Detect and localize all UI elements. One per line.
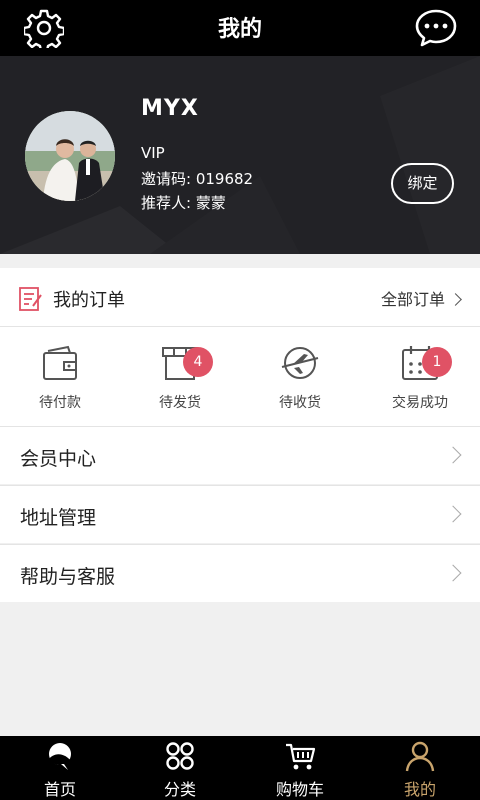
page-title: 我的 [217, 17, 262, 42]
chevron-right-icon [444, 446, 462, 464]
tab-cart[interactable]: 购物车 [240, 736, 360, 800]
chevron-right-icon [444, 505, 462, 523]
referrer: 推荐人: 蒙蒙 [141, 194, 226, 212]
bottom-tab-bar: 首页 分类 购物车 我的 [0, 736, 480, 800]
menu-label: 会员中心 [20, 448, 97, 470]
status-completed[interactable]: 1 交易成功 [360, 340, 480, 420]
chevron-right-icon [449, 293, 462, 306]
orders-title: 我的订单 [53, 290, 125, 311]
status-label: 待付款 [39, 395, 81, 411]
tab-label: 首页 [43, 780, 76, 799]
tab-label: 购物车 [275, 780, 324, 799]
tab-label: 我的 [403, 780, 436, 799]
status-label: 待发货 [159, 395, 201, 411]
status-label: 待收货 [279, 395, 321, 411]
tab-category[interactable]: 分类 [120, 736, 240, 800]
completed-count-badge: 1 [422, 347, 452, 377]
order-list-icon [19, 287, 42, 311]
menu-label: 帮助与客服 [20, 566, 116, 588]
menu-item-help[interactable]: 帮助与客服 [0, 544, 480, 602]
category-grid-icon [166, 742, 194, 770]
bind-button[interactable]: 绑定 [391, 163, 454, 204]
tab-mine[interactable]: 我的 [360, 736, 480, 800]
cart-icon [286, 743, 316, 770]
profile-banner: MYX VIP 邀请码: 019682 推荐人: 蒙蒙 绑定 [0, 56, 480, 254]
user-level: VIP [141, 144, 165, 162]
status-pending-receipt[interactable]: 待收货 [240, 340, 360, 420]
menu-item-address[interactable]: 地址管理 [0, 485, 480, 543]
menu-item-member-center[interactable]: 会员中心 [0, 426, 480, 484]
airplane-icon [281, 347, 319, 379]
home-logo-icon [48, 743, 72, 770]
status-label: 交易成功 [392, 395, 448, 411]
top-bar: 我的 [0, 0, 480, 56]
all-orders-link[interactable]: 全部订单 [380, 286, 462, 310]
user-icon [405, 741, 435, 772]
orders-header: 我的订单 全部订单 [0, 268, 480, 327]
status-pending-payment[interactable]: 待付款 [0, 340, 120, 420]
avatar[interactable] [25, 111, 115, 201]
shipment-count-badge: 4 [183, 347, 213, 377]
orders-section: 我的订单 全部订单 待付款 4 待发货 待收货 1 交易成功 [0, 268, 480, 426]
status-pending-shipment[interactable]: 4 待发货 [120, 340, 240, 420]
avatar-photo-icon [25, 111, 115, 201]
user-name: MYX [141, 96, 199, 121]
message-icon[interactable] [414, 8, 458, 48]
tab-home[interactable]: 首页 [0, 736, 120, 800]
tab-label: 分类 [163, 780, 196, 799]
wallet-icon [43, 345, 77, 380]
all-orders-label: 全部订单 [380, 290, 445, 309]
invite-code: 邀请码: 019682 [141, 170, 254, 188]
menu-label: 地址管理 [20, 507, 97, 529]
chevron-right-icon [444, 564, 462, 582]
